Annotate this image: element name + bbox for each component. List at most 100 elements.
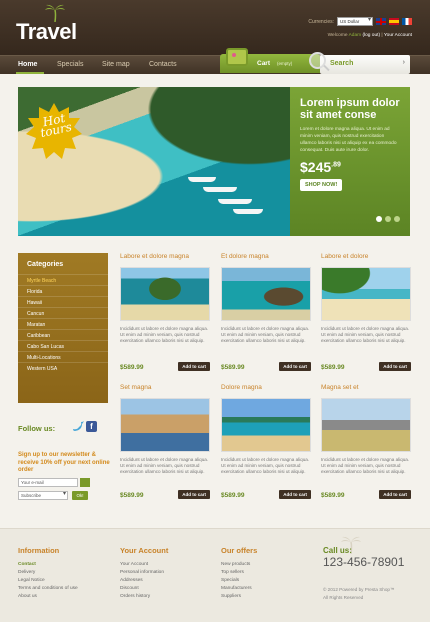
footer-link[interactable]: Suppliers xyxy=(221,593,257,601)
footer-title: Information xyxy=(18,546,60,555)
search-box[interactable]: Search › xyxy=(320,55,410,74)
add-to-cart-button[interactable]: Add to cart xyxy=(178,362,210,371)
add-to-cart-button[interactable]: Add to cart xyxy=(178,490,210,499)
email-go-button[interactable] xyxy=(80,478,90,487)
nav-site-map[interactable]: Site map xyxy=(102,61,130,68)
category-item[interactable]: Cancun xyxy=(18,307,108,318)
product-image[interactable] xyxy=(120,267,210,321)
copyright-text: © 2012 Powered by Presta Shop™ xyxy=(323,587,395,592)
footer-link[interactable]: Discount xyxy=(120,585,168,593)
currency-select[interactable]: US Dollar xyxy=(337,17,373,26)
rights-text: All Rights Reserved xyxy=(323,595,364,600)
footer-link[interactable]: Personal information xyxy=(120,569,168,577)
product-description: Incididunt ut labore et dolore magna ali… xyxy=(321,457,410,474)
suitcase-icon xyxy=(226,48,248,66)
footer-link[interactable]: Terms and conditions of use xyxy=(18,585,78,593)
slider-dot[interactable] xyxy=(385,216,391,222)
footer-link[interactable]: New products xyxy=(221,561,257,569)
footer-link[interactable]: About us xyxy=(18,593,78,601)
slide-panel: Lorem ipsum dolor sit amet conse Lorem e… xyxy=(290,87,410,236)
slide-text: Lorem et dolore magna aliqua. Ut enim ad… xyxy=(300,127,397,153)
footer-title: Your Account xyxy=(120,546,169,555)
account-link[interactable]: Your Account xyxy=(384,33,412,38)
product-image[interactable] xyxy=(120,398,210,452)
logo[interactable]: Travel xyxy=(16,19,77,45)
search-submit-icon[interactable]: › xyxy=(403,59,405,66)
footer-link[interactable]: Delivery xyxy=(18,569,78,577)
add-to-cart-button[interactable]: Add to cart xyxy=(279,362,311,371)
product-title[interactable]: Dolore magna xyxy=(221,384,313,394)
product-description: Incididunt ut labore et dolore magna ali… xyxy=(120,326,209,343)
add-to-cart-button[interactable]: Add to cart xyxy=(379,490,411,499)
slider-dot[interactable] xyxy=(394,216,400,222)
product-card: Labore et dolore magna Incididunt ut lab… xyxy=(120,253,212,371)
add-to-cart-button[interactable]: Add to cart xyxy=(379,362,411,371)
product-image[interactable] xyxy=(321,267,411,321)
spain-flag-icon[interactable] xyxy=(389,18,399,25)
footer-link[interactable]: Your Account xyxy=(120,561,168,569)
product-price: $589.99 xyxy=(120,364,144,371)
product-description: Incididunt ut labore et dolore magna ali… xyxy=(221,457,310,474)
product-title[interactable]: Et dolore magna xyxy=(221,253,313,263)
nav-contacts[interactable]: Contacts xyxy=(149,61,177,68)
footer-link[interactable]: Orders history xyxy=(120,593,168,601)
welcome-bar: Welcome Adam (log out) | Your Account xyxy=(327,33,412,38)
footer-title: Our offers xyxy=(221,546,258,555)
category-item[interactable]: Caribbean xyxy=(18,329,108,340)
twitter-icon[interactable] xyxy=(72,421,85,432)
newsletter-ok-button[interactable]: Ok! xyxy=(72,491,88,500)
slider-dot[interactable] xyxy=(376,216,382,222)
category-item[interactable]: Maratan xyxy=(18,318,108,329)
user-name-link[interactable]: Adam xyxy=(349,33,362,38)
footer-link[interactable]: Addresses xyxy=(120,577,168,585)
copyright: © 2012 Powered by Presta Shop™ All Right… xyxy=(323,586,395,602)
category-item[interactable]: Florida xyxy=(18,285,108,296)
footer-link[interactable]: Contact xyxy=(18,561,78,569)
beach-photo: Hot tours xyxy=(18,87,290,236)
category-item[interactable]: Multi-Locations xyxy=(18,351,108,362)
product-price: $589.99 xyxy=(221,492,245,499)
product-card: Set magna Incididunt ut labore et dolore… xyxy=(120,384,212,499)
product-title[interactable]: Magna set et xyxy=(321,384,413,394)
subscribe-select[interactable]: Subscribe xyxy=(18,491,68,500)
category-item[interactable]: Hawaii xyxy=(18,296,108,307)
category-item[interactable]: Cabo San Lucas xyxy=(18,340,108,351)
newsletter-email-input[interactable]: Your e-mail xyxy=(18,478,78,487)
footer-account: Your Account Your Account Personal infor… xyxy=(120,546,168,601)
slide-title: Lorem ipsum dolor sit amet conse xyxy=(300,97,400,121)
newsletter-promo: Sign up to our newsletter & receive 10% … xyxy=(18,452,110,473)
footer-link[interactable]: Top sellers xyxy=(221,569,257,577)
category-item[interactable]: Myrtle Beach xyxy=(18,274,108,285)
hero-slider: Hot tours Lorem ipsum dolor sit amet con… xyxy=(18,87,410,236)
shop-now-button[interactable]: SHOP NOW! xyxy=(300,179,343,191)
nav-specials[interactable]: Specials xyxy=(57,61,83,68)
follow-us-label: Follow us: xyxy=(18,424,56,433)
facebook-icon[interactable]: f xyxy=(86,421,97,432)
product-image[interactable] xyxy=(321,398,411,452)
product-title[interactable]: Labore et dolore xyxy=(321,253,413,263)
uk-flag-icon[interactable] xyxy=(376,18,386,25)
add-to-cart-button[interactable]: Add to cart xyxy=(279,490,311,499)
product-card: Labore et dolore Incididunt ut labore et… xyxy=(321,253,413,371)
logout-link[interactable]: (log out) xyxy=(362,33,380,38)
cart-button[interactable]: Cart (empty) xyxy=(220,48,320,73)
footer-link[interactable]: Specials xyxy=(221,577,257,585)
categories-title: Categories xyxy=(27,261,64,268)
product-image[interactable] xyxy=(221,267,311,321)
footer-information: Information Contact Delivery Legal Notic… xyxy=(18,546,78,601)
categories-panel: Categories Myrtle Beach Florida Hawaii C… xyxy=(18,253,108,403)
nav-home[interactable]: Home xyxy=(18,61,37,68)
slide-price: $245.89 xyxy=(300,159,341,175)
france-flag-icon[interactable] xyxy=(402,18,412,25)
product-title[interactable]: Labore et dolore magna xyxy=(120,253,212,263)
category-item[interactable]: Western USA xyxy=(18,362,108,373)
product-image[interactable] xyxy=(221,398,311,452)
product-price: $589.99 xyxy=(120,492,144,499)
footer-link[interactable]: Manufacturers xyxy=(221,585,257,593)
product-card: Magna set et Incididunt ut labore et dol… xyxy=(321,384,413,499)
footer-link[interactable]: Legal Notice xyxy=(18,577,78,585)
product-description: Incididunt ut labore et dolore magna ali… xyxy=(221,326,310,343)
product-description: Incididunt ut labore et dolore magna ali… xyxy=(321,326,410,343)
product-title[interactable]: Set magna xyxy=(120,384,212,394)
product-price: $589.99 xyxy=(321,364,345,371)
